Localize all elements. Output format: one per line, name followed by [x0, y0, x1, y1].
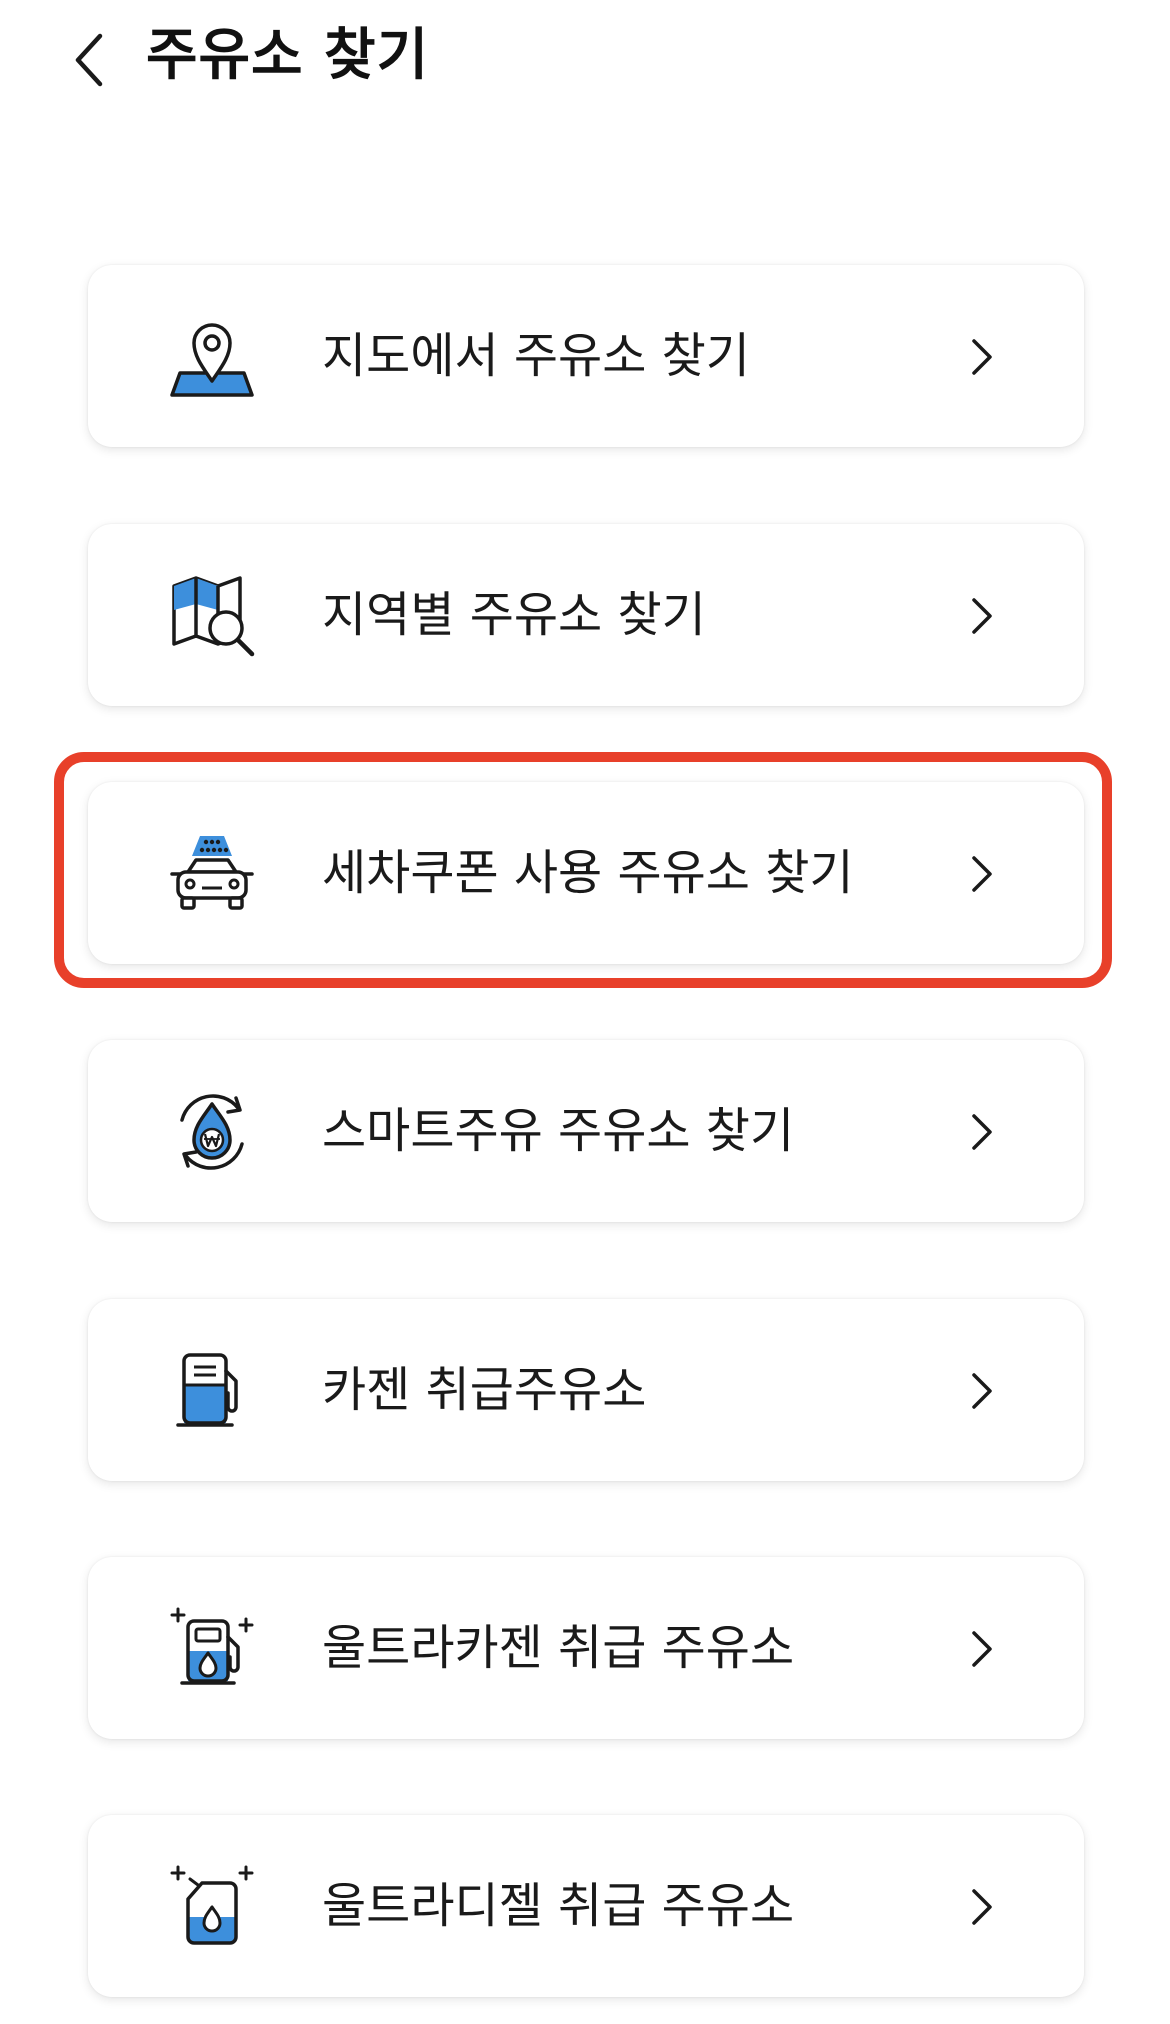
back-button[interactable]: [54, 22, 124, 98]
header-bar: 주유소 찾기: [0, 0, 1170, 120]
menu-item-label: 세차쿠폰 사용 주유소 찾기: [322, 845, 854, 901]
chevron-right-icon: [966, 337, 996, 377]
smart-fuel-icon: [166, 1086, 258, 1178]
fuel-pump-icon: [166, 1345, 258, 1437]
menu-item-label: 지역별 주유소 찾기: [322, 587, 706, 643]
menu-item-label: 울트라카젠 취급 주유소: [322, 1620, 795, 1676]
chevron-right-icon: [966, 1371, 996, 1411]
menu-item-ultra-diesel[interactable]: 울트라디젤 취급 주유소: [88, 1815, 1084, 1997]
map-pin-icon: [166, 311, 258, 403]
menu-item-label: 지도에서 주유소 찾기: [322, 328, 750, 384]
fuel-can-icon: [166, 1861, 258, 1953]
car-wash-icon: [166, 828, 258, 920]
menu-item-region-search[interactable]: 지역별 주유소 찾기: [88, 524, 1084, 706]
chevron-right-icon: [966, 1887, 996, 1927]
menu-item-map-search[interactable]: 지도에서 주유소 찾기: [88, 265, 1084, 447]
menu-item-smart-fuel[interactable]: 스마트주유 주유소 찾기: [88, 1040, 1084, 1222]
menu-item-label: 울트라디젤 취급 주유소: [322, 1878, 795, 1934]
fuel-pump-drop-icon: [166, 1603, 258, 1695]
chevron-right-icon: [966, 1629, 996, 1669]
menu-item-label: 카젠 취급주유소: [322, 1362, 647, 1418]
map-search-icon: [166, 570, 258, 662]
menu-item-kazen[interactable]: 카젠 취급주유소: [88, 1299, 1084, 1481]
chevron-right-icon: [966, 1112, 996, 1152]
menu-item-carwash-coupon[interactable]: 세차쿠폰 사용 주유소 찾기: [88, 782, 1084, 964]
chevron-left-icon: [75, 33, 103, 87]
menu-item-label: 스마트주유 주유소 찾기: [322, 1103, 795, 1159]
chevron-right-icon: [966, 854, 996, 894]
page-title: 주유소 찾기: [146, 23, 430, 88]
chevron-right-icon: [966, 596, 996, 636]
menu-item-ultra-kazen[interactable]: 울트라카젠 취급 주유소: [88, 1557, 1084, 1739]
